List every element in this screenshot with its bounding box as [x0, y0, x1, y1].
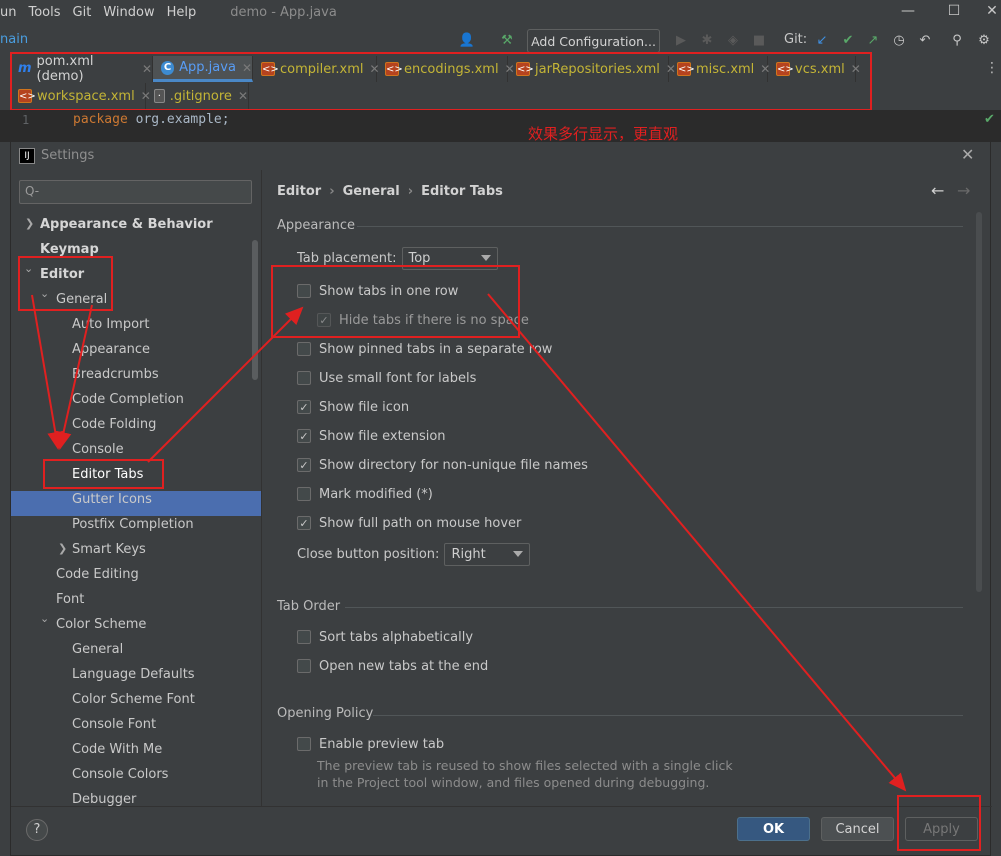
arrow-general-to-tabs — [55, 304, 93, 450]
arrow-options-to-apply — [487, 293, 907, 792]
arrow-editor-to-tabs — [31, 294, 64, 450]
annotation-arrows — [31, 293, 907, 792]
arrow-tabs-to-options — [147, 306, 304, 463]
